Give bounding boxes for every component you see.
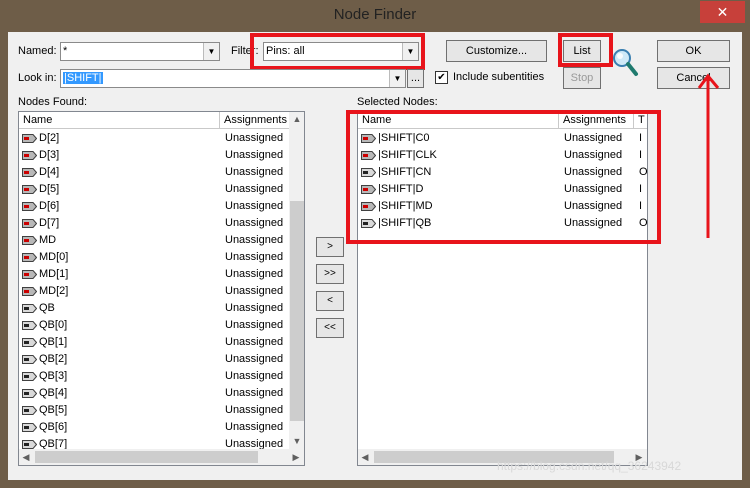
node-assignment: Unassigned — [225, 132, 284, 144]
node-assignment: Unassigned — [225, 285, 284, 297]
nodes-found-list[interactable]: Name Assignments D[2] Unassigned D[3] Unass… — [18, 111, 305, 466]
list-item[interactable]: MD Unassigned — [19, 232, 289, 249]
node-name: MD — [39, 234, 57, 246]
list-item[interactable]: MD[0] Unassigned — [19, 249, 289, 266]
node-name: QB[0] — [39, 319, 68, 331]
node-assignment: Unassigned — [225, 200, 284, 212]
node-name: QB[6] — [39, 421, 68, 433]
scrollbar-thumb[interactable] — [290, 201, 304, 421]
list-item[interactable]: QB[1] Unassigned — [19, 334, 289, 351]
list-item[interactable]: D[2] Unassigned — [19, 130, 289, 147]
move-right-button[interactable]: > — [316, 237, 344, 257]
title-bar[interactable]: Node Finder ✕ — [0, 0, 750, 32]
selected-nodes-highlight-box — [346, 110, 661, 244]
node-assignment: Unassigned — [225, 234, 284, 246]
column-header-assignments[interactable]: Assignments — [220, 112, 290, 129]
node-assignment: Unassigned — [225, 336, 284, 348]
customize-button[interactable]: Customize... — [446, 40, 547, 62]
list-item[interactable]: D[5] Unassigned — [19, 181, 289, 198]
list-item[interactable]: QB[2] Unassigned — [19, 351, 289, 368]
node-assignment: Unassigned — [225, 251, 284, 263]
include-subentities-checkbox[interactable]: ✔ — [435, 71, 448, 84]
nodes-found-label: Nodes Found: — [18, 96, 88, 108]
look-in-combobox[interactable]: |SHIFT| ▼ — [60, 69, 406, 88]
chevron-down-icon[interactable]: ▼ — [203, 43, 219, 60]
close-button[interactable]: ✕ — [700, 1, 745, 23]
named-combobox[interactable]: * ▼ — [60, 42, 220, 61]
node-assignment: Unassigned — [225, 387, 284, 399]
node-name: QB — [39, 302, 55, 314]
node-assignment: Unassigned — [225, 353, 284, 365]
node-assignment: Unassigned — [225, 302, 284, 314]
ok-button[interactable]: OK — [657, 40, 730, 62]
list-item[interactable]: D[7] Unassigned — [19, 215, 289, 232]
selected-nodes-label: Selected Nodes: — [357, 96, 438, 108]
list-highlight-box — [558, 33, 613, 67]
move-left-button[interactable]: < — [316, 291, 344, 311]
chevron-down-icon[interactable]: ▼ — [389, 70, 405, 87]
list-item[interactable]: QB[5] Unassigned — [19, 402, 289, 419]
list-item[interactable]: MD[2] Unassigned — [19, 283, 289, 300]
move-all-left-button[interactable]: << — [316, 318, 344, 338]
include-subentities-label: Include subentities — [453, 71, 545, 83]
node-assignment: Unassigned — [225, 370, 284, 382]
dialog-client-area: Named: * ▼ Filter: Pins: all ▼ Customize… — [8, 32, 742, 480]
list-item[interactable]: QB[3] Unassigned — [19, 368, 289, 385]
list-item[interactable]: QB[0] Unassigned — [19, 317, 289, 334]
node-assignment: Unassigned — [225, 183, 284, 195]
node-assignment: Unassigned — [225, 404, 284, 416]
node-name: D[7] — [39, 217, 60, 229]
scroll-up-icon[interactable]: ▲ — [289, 114, 304, 124]
vertical-scrollbar[interactable]: ▲ ▼ — [289, 112, 304, 449]
node-assignment: Unassigned — [225, 268, 284, 280]
list-item[interactable]: D[4] Unassigned — [19, 164, 289, 181]
node-name: D[4] — [39, 166, 60, 178]
node-name: QB[3] — [39, 370, 68, 382]
node-assignment: Unassigned — [225, 217, 284, 229]
node-name: QB[5] — [39, 404, 68, 416]
list-item[interactable]: QB[6] Unassigned — [19, 419, 289, 436]
list-item[interactable]: MD[1] Unassigned — [19, 266, 289, 283]
scroll-right-icon[interactable]: ▶ — [291, 452, 301, 463]
list-item[interactable]: D[3] Unassigned — [19, 147, 289, 164]
node-finder-window: Node Finder ✕ Named: * ▼ Filter: Pins: a… — [0, 0, 750, 488]
browse-button[interactable]: ... — [407, 69, 424, 88]
move-all-right-button[interactable]: >> — [316, 264, 344, 284]
node-name: QB[4] — [39, 387, 68, 399]
node-name: MD[1] — [39, 268, 69, 280]
search-icon — [613, 49, 638, 76]
node-assignment: Unassigned — [225, 149, 284, 161]
node-name: MD[0] — [39, 251, 69, 263]
stop-button[interactable]: Stop — [563, 67, 601, 89]
horizontal-scrollbar[interactable]: ◀ ▶ — [19, 449, 304, 465]
named-label: Named: — [18, 45, 57, 57]
filter-highlight-box — [250, 33, 425, 70]
watermark: https://blog.csdn.net/qq_36243942 — [497, 459, 682, 473]
node-name: QB[1] — [39, 336, 68, 348]
scroll-down-icon[interactable]: ▼ — [289, 436, 304, 446]
annotation-arrow-icon — [697, 73, 720, 238]
node-name: D[6] — [39, 200, 60, 212]
list-item[interactable]: QB Unassigned — [19, 300, 289, 317]
scroll-left-icon[interactable]: ◀ — [360, 452, 370, 463]
node-assignment: Unassigned — [225, 319, 284, 331]
node-assignment: Unassigned — [225, 166, 284, 178]
node-name: D[5] — [39, 183, 60, 195]
look-in-label: Look in: — [18, 72, 57, 84]
scrollbar-thumb[interactable] — [35, 451, 258, 463]
node-assignment: Unassigned — [225, 421, 284, 433]
window-title: Node Finder — [333, 6, 417, 23]
node-name: QB[2] — [39, 353, 68, 365]
scroll-left-icon[interactable]: ◀ — [21, 452, 31, 463]
list-item[interactable]: D[6] Unassigned — [19, 198, 289, 215]
look-in-value: |SHIFT| — [63, 72, 103, 84]
list-item[interactable]: QB[4] Unassigned — [19, 385, 289, 402]
node-name: D[2] — [39, 132, 60, 144]
column-header-name[interactable]: Name — [19, 112, 220, 129]
node-name: D[3] — [39, 149, 60, 161]
named-value: * — [63, 45, 68, 57]
node-name: MD[2] — [39, 285, 69, 297]
